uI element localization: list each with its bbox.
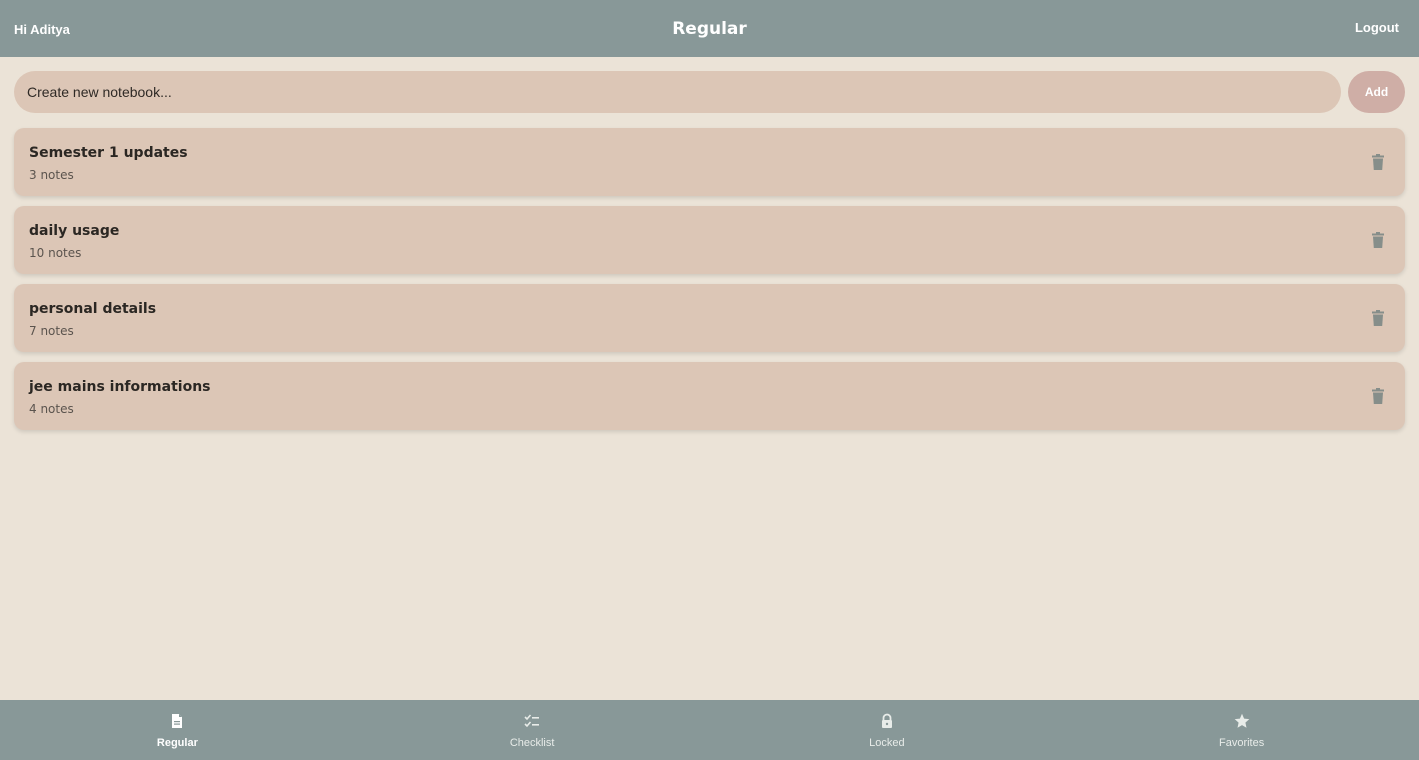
notebook-name: daily usage: [29, 223, 120, 239]
add-button[interactable]: Add: [1348, 71, 1405, 113]
create-notebook-input[interactable]: [14, 71, 1341, 113]
nav-label: Checklist: [509, 737, 555, 749]
notebook-card[interactable]: Semester 1 updates 3 notes: [14, 128, 1405, 196]
notebook-card[interactable]: daily usage 10 notes: [14, 206, 1405, 274]
trash-icon[interactable]: [1371, 154, 1385, 170]
notebook-card[interactable]: personal details 7 notes: [14, 284, 1405, 352]
notebook-name: jee mains informations: [29, 379, 211, 395]
notebook-name: personal details: [29, 301, 157, 317]
nav-item-regular[interactable]: Regular: [0, 700, 355, 760]
logout-button[interactable]: Logout: [1355, 20, 1399, 35]
notebook-list: Semester 1 updates 3 notes daily usage 1…: [14, 128, 1405, 440]
notebook-note-count: 4 notes: [29, 402, 74, 416]
star-icon: [1234, 713, 1249, 728]
notebook-note-count: 7 notes: [29, 324, 74, 338]
notebook-name: Semester 1 updates: [29, 145, 188, 161]
nav-item-locked[interactable]: Locked: [710, 700, 1065, 760]
trash-icon[interactable]: [1371, 388, 1385, 404]
create-notebook-row: Add: [14, 71, 1405, 113]
checklist-icon: [524, 714, 540, 728]
bottom-nav: Regular Checklist Locked Favorites: [0, 700, 1419, 760]
nav-label: Locked: [869, 737, 905, 749]
notebook-note-count: 3 notes: [29, 168, 74, 182]
trash-icon[interactable]: [1371, 310, 1385, 326]
notebook-note-count: 10 notes: [29, 246, 82, 260]
lock-icon: [881, 713, 892, 728]
app-header: Hi Aditya Regular Logout: [0, 0, 1419, 57]
page-title: Regular: [672, 19, 747, 39]
trash-icon[interactable]: [1371, 232, 1385, 248]
nav-item-checklist[interactable]: Checklist: [355, 700, 710, 760]
nav-label: Regular: [156, 737, 198, 749]
nav-item-favorites[interactable]: Favorites: [1064, 700, 1419, 760]
nav-label: Favorites: [1219, 737, 1265, 749]
notebook-card[interactable]: jee mains informations 4 notes: [14, 362, 1405, 430]
document-icon: [172, 714, 183, 728]
